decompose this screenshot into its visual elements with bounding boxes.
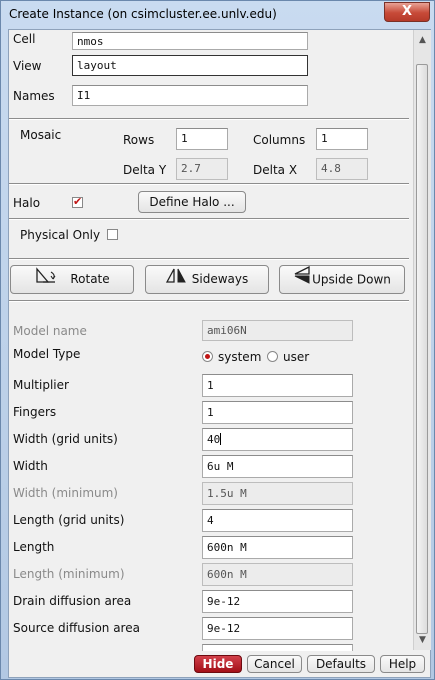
multiplier-field[interactable]: 1 (202, 374, 353, 397)
model-type-system-radio[interactable] (202, 351, 213, 362)
source-area-field[interactable]: 9e-12 (202, 617, 353, 640)
model-name-field[interactable]: ami06N (202, 320, 353, 341)
width-field[interactable]: 6u M (202, 455, 353, 478)
width-min-label: Width (minimum) (13, 486, 118, 500)
close-button[interactable]: X (384, 2, 430, 22)
fingers-label: Fingers (13, 405, 57, 419)
delta-x-field[interactable]: 4.8 (316, 158, 368, 180)
rows-label: Rows (123, 133, 155, 147)
cell-field[interactable]: nmos (72, 32, 308, 50)
title-bar: Create Instance (on csimcluster.ee.unlv.… (1, 1, 434, 29)
separator (9, 258, 409, 260)
width-min-field[interactable]: 1.5u M (202, 482, 353, 505)
length-label: Length (13, 540, 55, 554)
multiplier-label: Multiplier (13, 378, 69, 392)
model-name-label: Model name (13, 324, 87, 338)
sideways-label: Sideways (191, 272, 249, 286)
cancel-button[interactable]: Cancel (247, 655, 302, 673)
drain-area-field[interactable]: 9e-12 (202, 590, 353, 613)
upside-down-label: Upside Down (312, 272, 391, 287)
view-field[interactable]: layout (72, 55, 308, 76)
define-halo-button[interactable]: Define Halo ... (138, 191, 246, 213)
length-grid-label: Length (grid units) (13, 513, 125, 527)
width-grid-field[interactable]: 40 (202, 428, 353, 451)
delta-y-label: Delta Y (123, 163, 167, 177)
dialog-body: Cell nmos View layout Names I1 Mosaic Ro… (8, 29, 431, 678)
sideways-icon (165, 266, 186, 293)
sideways-button[interactable]: Sideways (145, 265, 269, 294)
fingers-field[interactable]: 1 (202, 401, 353, 424)
rotate-label: Rotate (70, 272, 110, 286)
model-type-user-label: user (283, 350, 310, 364)
upside-down-button[interactable]: Upside Down (279, 265, 405, 294)
drain-area-label: Drain diffusion area (13, 594, 132, 608)
columns-field[interactable]: 1 (316, 128, 368, 150)
rows-field[interactable]: 1 (176, 128, 228, 150)
separator (9, 118, 409, 120)
physical-only-checkbox[interactable] (107, 229, 118, 240)
help-button[interactable]: Help (380, 655, 425, 673)
model-type-label: Model Type (13, 347, 81, 361)
defaults-button[interactable]: Defaults (307, 655, 375, 673)
mosaic-label: Mosaic (20, 128, 62, 142)
length-min-label: Length (minimum) (13, 567, 125, 581)
hide-button[interactable]: Hide (194, 655, 242, 673)
names-label: Names (13, 89, 55, 103)
vertical-scrollbar[interactable]: ▲ ▼ (413, 30, 431, 650)
separator (9, 300, 409, 302)
width-grid-label: Width (grid units) (13, 432, 118, 446)
columns-label: Columns (253, 133, 306, 147)
delta-y-field[interactable]: 2.7 (176, 158, 228, 180)
model-type-system-label: system (218, 350, 262, 364)
length-grid-field[interactable]: 4 (202, 509, 353, 532)
rotate-icon (34, 266, 58, 293)
separator (9, 183, 409, 185)
width-grid-value: 40 (207, 433, 221, 446)
delta-x-label: Delta X (253, 163, 298, 177)
physical-only-label: Physical Only (20, 228, 101, 242)
length-field[interactable]: 600n M (202, 536, 353, 559)
names-field[interactable]: I1 (72, 85, 308, 106)
source-area-label: Source diffusion area (13, 621, 140, 635)
window-title: Create Instance (on csimcluster.ee.unlv.… (9, 7, 277, 21)
width-label: Width (13, 459, 48, 473)
halo-checkbox[interactable] (72, 195, 83, 208)
view-label: View (13, 59, 42, 73)
length-min-field[interactable]: 600n M (202, 563, 353, 586)
model-type-user-radio[interactable] (267, 351, 278, 362)
text-caret (220, 433, 222, 445)
halo-label: Halo (13, 196, 41, 210)
rotate-button[interactable]: Rotate (10, 265, 134, 294)
separator (9, 218, 409, 220)
scroll-down-arrow-icon[interactable]: ▼ (414, 632, 431, 648)
scroll-thumb[interactable] (416, 64, 428, 634)
button-bar: Hide Cancel Defaults Help (9, 651, 430, 677)
upside-down-icon (293, 265, 311, 294)
scroll-up-arrow-icon[interactable]: ▲ (414, 32, 431, 48)
cell-label: Cell (13, 32, 36, 46)
dialog-window: Create Instance (on csimcluster.ee.unlv.… (0, 0, 435, 680)
